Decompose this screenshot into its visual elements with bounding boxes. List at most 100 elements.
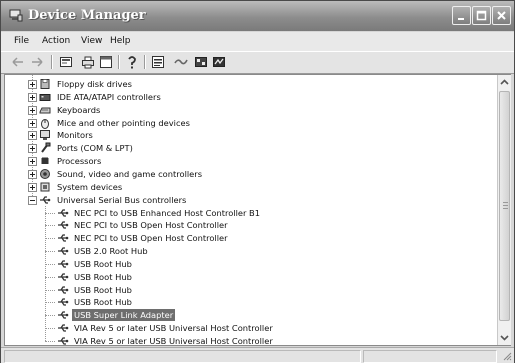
minimize-icon bbox=[458, 18, 464, 20]
tree-category-row[interactable]: Ports (COM & LPT) bbox=[5, 142, 495, 155]
tree-device-row[interactable]: USB Root Hub bbox=[5, 296, 495, 309]
ide-controller-icon bbox=[39, 93, 51, 101]
tree-category-label: Universal Serial Bus controllers bbox=[57, 194, 187, 205]
window-title: Device Manager bbox=[28, 8, 146, 23]
maximize-icon bbox=[476, 10, 487, 21]
status-bar bbox=[1, 347, 514, 363]
tree-category-label: Mice and other pointing devices bbox=[57, 117, 190, 128]
collapse-icon[interactable] bbox=[28, 195, 37, 205]
expand-icon[interactable] bbox=[28, 131, 37, 141]
tree-device-row[interactable]: NEC PCI to USB Enhanced Host Controller … bbox=[5, 207, 495, 220]
grip-line bbox=[503, 208, 508, 209]
print-icon[interactable] bbox=[81, 55, 95, 69]
tree-category-label: Processors bbox=[57, 156, 102, 167]
menu-help[interactable]: Help bbox=[110, 36, 131, 46]
status-pane bbox=[4, 350, 361, 363]
help-icon[interactable] bbox=[99, 55, 113, 69]
usb-icon bbox=[58, 324, 69, 332]
tree-category-label: Keyboards bbox=[57, 104, 101, 115]
title-bar[interactable]: Device Manager bbox=[1, 1, 514, 31]
expand-icon[interactable] bbox=[28, 105, 37, 115]
tree-category-label: System devices bbox=[57, 181, 123, 192]
scrollbar-thumb[interactable] bbox=[499, 91, 510, 321]
tree-category-row[interactable]: Mice and other pointing devices bbox=[5, 117, 495, 130]
close-button[interactable] bbox=[492, 6, 511, 25]
system-device-icon bbox=[40, 182, 50, 192]
tree-line bbox=[45, 315, 55, 317]
usb-icon bbox=[58, 285, 69, 294]
tree-device-row[interactable]: USB Root Hub bbox=[5, 271, 495, 284]
expand-icon[interactable] bbox=[28, 80, 37, 89]
disable-icon[interactable] bbox=[174, 55, 188, 69]
menu-view[interactable]: View bbox=[81, 36, 102, 46]
tree-category-row[interactable]: IDE ATA/ATAPI controllers bbox=[5, 91, 495, 104]
expand-icon[interactable] bbox=[28, 157, 37, 167]
tree-category-row[interactable]: System devices bbox=[5, 181, 495, 194]
scroll-up-icon[interactable] bbox=[499, 77, 510, 88]
expand-icon[interactable] bbox=[28, 144, 37, 154]
toolbar-separator bbox=[144, 55, 146, 69]
menu-bar: File Action View Help bbox=[1, 32, 514, 51]
enable-icon[interactable] bbox=[212, 55, 226, 69]
tree-line bbox=[45, 341, 55, 342]
properties-icon[interactable] bbox=[59, 55, 73, 69]
update-driver-icon[interactable] bbox=[151, 55, 165, 69]
device-tree: Floppy disk drives IDE ATA/ATAPI controll… bbox=[5, 75, 497, 345]
vertical-scrollbar[interactable] bbox=[497, 75, 511, 345]
usb-icon bbox=[58, 337, 69, 345]
tree-category-label: Sound, video and game controllers bbox=[57, 168, 203, 179]
forward-icon[interactable] bbox=[30, 55, 44, 69]
monitor-icon bbox=[40, 130, 50, 141]
tree-category-row[interactable]: Processors bbox=[5, 155, 495, 168]
tree-category-label: IDE ATA/ATAPI controllers bbox=[57, 91, 161, 102]
tree-device-row[interactable]: USB Root Hub bbox=[5, 284, 495, 297]
usb-icon bbox=[58, 208, 69, 217]
tree-device-row[interactable]: NEC PCI to USB Open Host Controller bbox=[5, 219, 495, 232]
tree-device-row[interactable]: NEC PCI to USB Open Host Controller bbox=[5, 232, 495, 245]
tree-category-label: Monitors bbox=[57, 130, 93, 141]
grip-line bbox=[503, 205, 508, 206]
menu-file[interactable]: File bbox=[14, 36, 29, 46]
grip-line bbox=[503, 202, 508, 203]
sound-icon bbox=[40, 168, 50, 179]
tree-line bbox=[45, 225, 55, 227]
device-tree-panel: Floppy disk drives IDE ATA/ATAPI controll… bbox=[4, 74, 511, 346]
expand-icon[interactable] bbox=[28, 92, 37, 102]
expand-icon[interactable] bbox=[28, 182, 37, 192]
back-icon[interactable] bbox=[11, 55, 25, 69]
uninstall-icon[interactable] bbox=[194, 55, 208, 69]
scan-icon[interactable] bbox=[125, 55, 139, 69]
tree-category-row[interactable]: Floppy disk drives bbox=[5, 78, 495, 91]
tree-device-label: VIA Rev 5 or later USB Universal Host Co… bbox=[74, 336, 273, 345]
tree-device-label: USB Root Hub bbox=[74, 297, 132, 308]
menu-action[interactable]: Action bbox=[42, 36, 70, 46]
tree-line bbox=[45, 251, 55, 253]
usb-icon bbox=[58, 234, 69, 242]
tree-device-row[interactable]: VIA Rev 5 or later USB Universal Host Co… bbox=[5, 335, 495, 345]
processor-icon bbox=[41, 157, 49, 165]
tree-category-label: Floppy disk drives bbox=[57, 79, 132, 89]
tree-device-row[interactable]: USB 2.0 Root Hub bbox=[5, 245, 495, 258]
expand-icon[interactable] bbox=[28, 169, 37, 179]
tree-category-row[interactable]: Universal Serial Bus controllers bbox=[5, 194, 495, 207]
tree-line bbox=[45, 276, 55, 278]
minimize-button[interactable] bbox=[452, 6, 471, 25]
tree-device-row[interactable]: USB Root Hub bbox=[5, 258, 495, 271]
resize-grip-icon[interactable] bbox=[502, 351, 512, 361]
close-icon bbox=[497, 11, 506, 20]
tree-device-row[interactable]: VIA Rev 5 or later USB Universal Host Co… bbox=[5, 322, 495, 335]
expand-icon[interactable] bbox=[28, 118, 37, 128]
tree-line bbox=[45, 302, 55, 304]
tree-line bbox=[45, 328, 55, 330]
tree-category-row[interactable]: Monitors bbox=[5, 129, 495, 142]
tree-device-row[interactable]: USB Super Link Adapter bbox=[5, 309, 495, 322]
device-manager-icon bbox=[9, 9, 23, 22]
tree-device-label: USB Root Hub bbox=[74, 271, 132, 282]
keyboard-icon bbox=[39, 107, 51, 114]
tree-category-row[interactable]: Sound, video and game controllers bbox=[5, 168, 495, 181]
tree-device-label: USB Root Hub bbox=[74, 284, 132, 295]
scroll-down-icon[interactable] bbox=[499, 332, 510, 343]
maximize-button[interactable] bbox=[472, 6, 491, 25]
tree-category-row[interactable]: Keyboards bbox=[5, 104, 495, 117]
tree-device-label: NEC PCI to USB Open Host Controller bbox=[74, 233, 228, 244]
